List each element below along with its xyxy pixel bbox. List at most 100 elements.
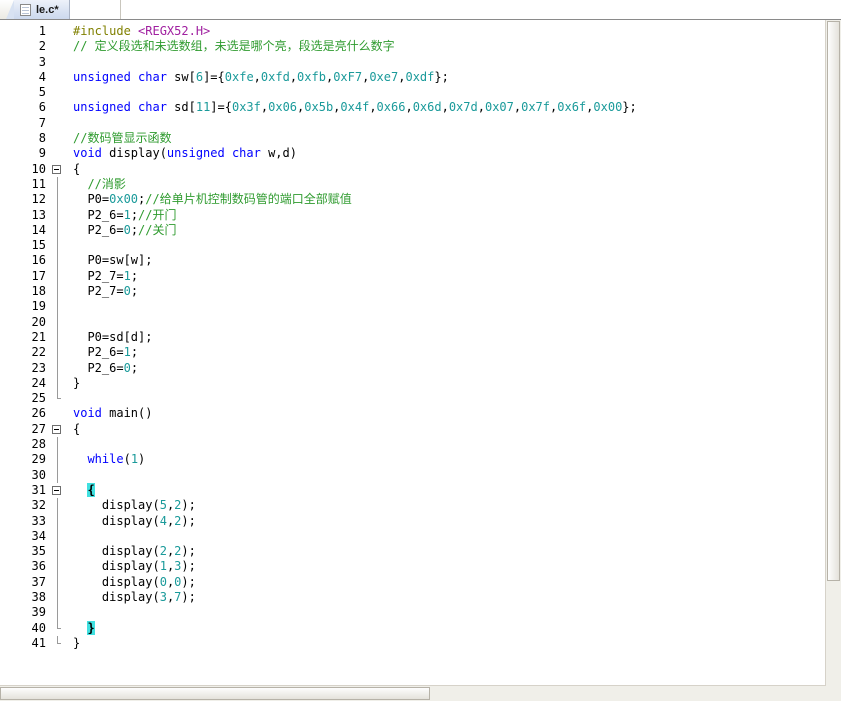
fold-marker — [50, 437, 66, 453]
fold-marker — [50, 314, 66, 330]
code-line[interactable]: P2_6=1;//开门 — [73, 208, 841, 223]
fold-marker — [50, 452, 66, 468]
code-line[interactable] — [73, 437, 841, 452]
code-line[interactable]: display(4,2); — [73, 514, 841, 529]
code-token: 0x3f — [231, 100, 261, 115]
fold-marker[interactable] — [50, 422, 66, 437]
code-line[interactable]: display(3,7); — [73, 590, 841, 605]
code-line[interactable]: unsigned char sd[11]={0x3f,0x06,0x5b,0x4… — [73, 100, 841, 115]
code-line[interactable] — [73, 116, 841, 131]
fold-marker — [50, 238, 66, 254]
code-line[interactable] — [73, 238, 841, 253]
code-line[interactable] — [73, 299, 841, 314]
code-line[interactable]: #include <REGX52.H> — [73, 24, 841, 39]
vertical-scrollbar-thumb[interactable] — [827, 21, 840, 581]
editor-content-area[interactable]: 1 2 3 4 5 6 7 8 9 10 11 12 13 14 15 16 17 18 19 20 21 22 23 24 2… — [0, 24, 841, 701]
code-line[interactable] — [73, 85, 841, 100]
code-line[interactable]: { — [73, 162, 841, 177]
code-line[interactable] — [73, 391, 841, 406]
code-token: display( — [73, 589, 160, 604]
code-token: ; — [130, 207, 139, 222]
fold-marker — [50, 635, 66, 651]
code-line[interactable]: void display(unsigned char w,d) — [73, 146, 841, 161]
code-token: P2_6= — [73, 345, 124, 360]
fold-collapse-icon[interactable] — [52, 485, 61, 495]
code-line[interactable] — [73, 55, 841, 70]
code-line[interactable]: display(0,0); — [73, 575, 841, 590]
horizontal-scrollbar[interactable] — [0, 685, 826, 701]
code-line[interactable] — [73, 529, 841, 544]
line-number: 3 — [38, 54, 46, 69]
code-line[interactable]: P0=sw[w]; — [73, 253, 841, 268]
fold-guide-line — [57, 329, 58, 346]
line-number: 2 — [38, 39, 46, 54]
fold-guide-line — [57, 589, 58, 606]
line-number: 22 — [31, 345, 46, 360]
line-number: 41 — [31, 635, 46, 650]
code-line[interactable]: //消影 — [73, 177, 841, 192]
code-line[interactable]: P2_6=0; — [73, 361, 841, 376]
code-line[interactable] — [73, 468, 841, 483]
code-line[interactable]: P2_6=1; — [73, 345, 841, 360]
horizontal-scrollbar-thumb[interactable] — [0, 687, 430, 700]
fold-marker — [50, 345, 66, 361]
code-line[interactable] — [73, 315, 841, 330]
code-folding-margin[interactable] — [50, 24, 66, 701]
fold-guide-line — [57, 222, 58, 239]
code-line[interactable]: { — [73, 422, 841, 437]
editor-tab-active[interactable]: le.c* — [6, 0, 70, 19]
code-token: P0= — [73, 192, 110, 207]
fold-marker — [50, 39, 66, 54]
code-line[interactable] — [73, 605, 841, 620]
code-line[interactable]: } — [73, 636, 841, 651]
code-line[interactable]: P0=sd[d]; — [73, 330, 841, 345]
fold-guide-line — [57, 559, 58, 575]
fold-guide-line — [57, 467, 58, 483]
code-line[interactable]: display(1,3); — [73, 559, 841, 574]
source-editor-pane[interactable]: 1 2 3 4 5 6 7 8 9 10 11 12 13 14 15 16 17 18 19 20 21 22 23 24 2… — [0, 19, 841, 701]
code-line[interactable]: display(5,2); — [73, 498, 841, 513]
code-token: #include — [73, 24, 139, 38]
code-text-area[interactable]: #include <REGX52.H>// 定义段选和未选数组，未选是哪个亮，段… — [67, 24, 841, 701]
line-number: 18 — [31, 284, 46, 299]
code-line[interactable]: { — [73, 482, 841, 498]
code-line[interactable]: while(1) — [73, 452, 841, 467]
code-line[interactable]: display(2,2); — [73, 544, 841, 559]
code-line[interactable]: void main() — [73, 406, 841, 421]
code-token: 0x7d — [448, 100, 478, 115]
code-token: ); — [181, 589, 196, 604]
code-line[interactable]: P0=0x00;//给单片机控制数码管的端口全部赋值 — [73, 192, 841, 207]
code-token: P2_6= — [73, 207, 124, 222]
code-line[interactable]: } — [73, 376, 841, 391]
fold-guide-line — [57, 360, 58, 376]
code-token: ; — [130, 222, 139, 237]
code-token: 0x66 — [376, 100, 406, 115]
code-token: 0x06 — [268, 100, 298, 115]
code-token: 0x6d — [412, 100, 442, 115]
code-token: display( — [73, 513, 160, 528]
code-line[interactable]: //数码管显示函数 — [73, 131, 841, 146]
code-line[interactable]: P2_7=1; — [73, 269, 841, 284]
code-token: } — [87, 620, 95, 635]
line-number: 14 — [31, 222, 46, 237]
fold-marker — [50, 360, 66, 376]
line-number: 36 — [31, 559, 46, 574]
line-number: 35 — [31, 544, 46, 559]
code-line[interactable]: unsigned char sw[6]={0xfe,0xfd,0xfb,0xF7… — [73, 70, 841, 85]
code-token: //数码管显示函数 — [73, 131, 172, 146]
code-line[interactable]: // 定义段选和未选数组，未选是哪个亮，段选是亮什么数字 — [73, 39, 841, 54]
fold-marker — [50, 100, 66, 115]
fold-collapse-icon[interactable] — [52, 164, 61, 174]
fold-marker[interactable] — [50, 483, 66, 498]
code-token: 0 — [123, 360, 131, 375]
fold-marker[interactable] — [50, 162, 66, 177]
code-token: ); — [181, 559, 196, 574]
document-icon — [20, 3, 31, 16]
code-line[interactable]: P2_6=0;//关门 — [73, 223, 841, 238]
fold-guide-line — [57, 574, 58, 590]
code-line[interactable]: P2_7=0; — [73, 284, 841, 299]
code-line[interactable]: } — [73, 620, 841, 636]
fold-marker — [50, 528, 66, 545]
fold-collapse-icon[interactable] — [52, 424, 61, 434]
vertical-scrollbar[interactable] — [825, 20, 841, 686]
